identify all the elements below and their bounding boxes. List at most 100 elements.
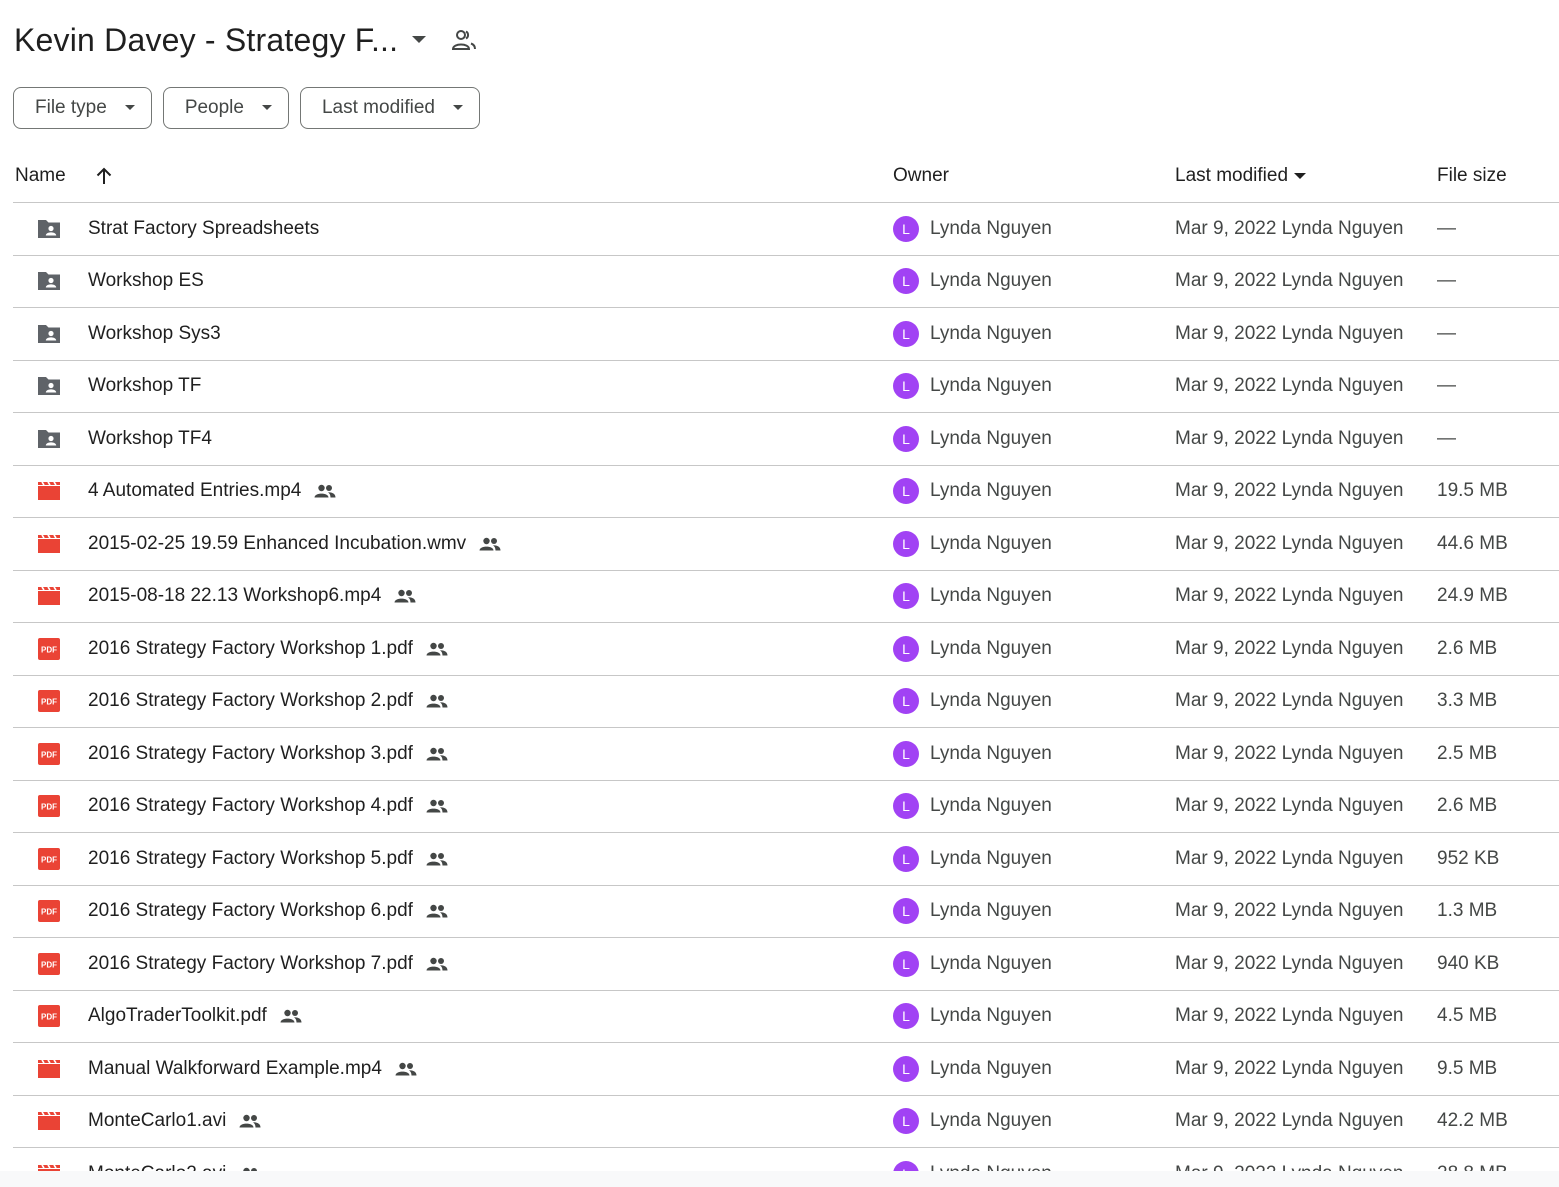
file-size-cell: 9.5 MB: [1437, 1057, 1498, 1079]
video-file-icon: [35, 1055, 63, 1083]
people-filter[interactable]: People: [162, 87, 289, 129]
arrow-drop-down-icon[interactable]: [408, 29, 430, 51]
table-row[interactable]: Workshop Sys3 L Lynda Nguyen Mar 9, 2022 Ly…: [13, 308, 1559, 361]
page-title[interactable]: Kevin Davey - Strategy F...: [14, 22, 398, 59]
file-name[interactable]: 2016 Strategy Factory Workshop 2.pdf: [88, 690, 413, 712]
people-outline-icon[interactable]: [450, 26, 478, 54]
owner-cell: L Lynda Nguyen: [893, 530, 1175, 557]
name-cell: Strat Factory Spreadsheets: [13, 215, 893, 243]
table-row[interactable]: Workshop TF L Lynda Nguyen Mar 9, 2022 Lynd…: [13, 361, 1559, 413]
file-name[interactable]: Workshop Sys3: [88, 323, 221, 345]
table-row[interactable]: Strat Factory Spreadsheets L Lynda Nguyen M…: [13, 203, 1559, 256]
file-size-column-header[interactable]: File size: [1437, 165, 1559, 187]
table-row[interactable]: Workshop ES L Lynda Nguyen Mar 9, 2022 Lynd…: [13, 256, 1559, 308]
file-name[interactable]: 2015-02-25 19.59 Enhanced Incubation.wmv: [88, 533, 466, 555]
last-modified-cell: Mar 9, 2022 Lynda Nguyen: [1175, 637, 1404, 659]
table-row[interactable]: PDF 2016 Strategy Factory Workshop 6.pdf L…: [13, 886, 1559, 938]
file-name[interactable]: Workshop TF: [88, 375, 201, 397]
arrow-drop-down-icon: [451, 101, 465, 115]
owner-cell: L Lynda Nguyen: [893, 583, 1175, 610]
table-row[interactable]: PDF 2016 Strategy Factory Workshop 7.pdf L…: [13, 938, 1559, 991]
last-modified-filter-label: Last modified: [321, 97, 435, 118]
last-modified-cell: Mar 9, 2022 Lynda Nguyen: [1175, 427, 1404, 449]
table-row[interactable]: 2015-02-25 19.59 Enhanced Incubation.wmv…: [13, 518, 1559, 571]
owner-name: Lynda Nguyen: [930, 952, 1052, 974]
name-cell: Workshop Sys3: [13, 320, 893, 348]
file-name[interactable]: Workshop ES: [88, 270, 204, 292]
table-row[interactable]: Manual Walkforward Example.mp4 L Lynda Ngu…: [13, 1043, 1559, 1096]
file-size-cell: 44.6 MB: [1437, 532, 1508, 554]
last-modified-cell: Mar 9, 2022 Lynda Nguyen: [1175, 480, 1404, 502]
table-row[interactable]: PDF 2016 Strategy Factory Workshop 2.pdf L…: [13, 676, 1559, 728]
shared-folder-icon: [35, 215, 63, 243]
file-size-cell: 19.5 MB: [1437, 480, 1508, 502]
file-size-cell: 2.5 MB: [1437, 742, 1498, 764]
file-name[interactable]: 2015-08-18 22.13 Workshop6.mp4: [88, 585, 381, 607]
avatar: L: [893, 1003, 919, 1030]
shared-people-icon: [425, 794, 449, 818]
owner-name: Lynda Nguyen: [930, 480, 1052, 502]
file-type-filter[interactable]: File type: [13, 87, 152, 129]
last-modified-filter[interactable]: Last modified: [299, 87, 480, 129]
file-name[interactable]: Manual Walkforward Example.mp4: [88, 1058, 382, 1080]
shared-people-icon: [425, 847, 449, 871]
file-rows: Strat Factory Spreadsheets L Lynda Nguyen M…: [13, 203, 1559, 1187]
file-name[interactable]: 2016 Strategy Factory Workshop 6.pdf: [88, 900, 413, 922]
owner-cell: L Lynda Nguyen: [893, 950, 1175, 977]
table-row[interactable]: PDF 2016 Strategy Factory Workshop 4.pdf L…: [13, 781, 1559, 833]
owner-cell: L Lynda Nguyen: [893, 1055, 1175, 1082]
owner-column-header[interactable]: Owner: [893, 165, 1175, 187]
table-row[interactable]: PDF 2016 Strategy Factory Workshop 1.pdf L…: [13, 623, 1559, 676]
filter-bar: File type People Last modified: [13, 87, 480, 129]
file-name[interactable]: MonteCarlo1.avi: [88, 1110, 226, 1132]
file-size-cell: —: [1437, 322, 1456, 344]
last-modified-cell: Mar 9, 2022 Lynda Nguyen: [1175, 1110, 1404, 1132]
file-type-filter-label: File type: [35, 97, 107, 118]
owner-cell: L Lynda Nguyen: [893, 793, 1175, 820]
last-modified-cell: Mar 9, 2022 Lynda Nguyen: [1175, 900, 1404, 922]
avatar: L: [893, 583, 919, 610]
name-cell: 4 Automated Entries.mp4: [13, 477, 893, 505]
file-name[interactable]: Workshop TF4: [88, 428, 212, 450]
name-column-header[interactable]: Name: [13, 165, 893, 187]
last-modified-column-header[interactable]: Last modified: [1175, 165, 1437, 187]
table-row[interactable]: MonteCarlo1.avi L Lynda Nguyen Mar 9, 2022 …: [13, 1096, 1559, 1148]
last-modified-cell: Mar 9, 2022 Lynda Nguyen: [1175, 847, 1404, 869]
file-name[interactable]: AlgoTraderToolkit.pdf: [88, 1005, 267, 1027]
file-name[interactable]: 2016 Strategy Factory Workshop 7.pdf: [88, 953, 413, 975]
owner-cell: L Lynda Nguyen: [893, 635, 1175, 662]
table-row[interactable]: 2015-08-18 22.13 Workshop6.mp4 L Lynda Ngu…: [13, 571, 1559, 623]
svg-text:PDF: PDF: [41, 645, 57, 654]
pdf-file-icon: PDF: [35, 792, 63, 820]
page-header: Kevin Davey - Strategy F...: [14, 18, 478, 62]
name-cell: PDF 2016 Strategy Factory Workshop 2.pdf: [13, 687, 893, 715]
table-row[interactable]: PDF 2016 Strategy Factory Workshop 5.pdf L…: [13, 833, 1559, 886]
svg-text:PDF: PDF: [41, 855, 57, 864]
file-size-cell: —: [1437, 270, 1456, 292]
table-row[interactable]: 4 Automated Entries.mp4 L Lynda Nguyen Mar …: [13, 466, 1559, 518]
video-file-icon: [35, 530, 63, 558]
file-name[interactable]: 2016 Strategy Factory Workshop 4.pdf: [88, 795, 413, 817]
avatar: L: [893, 215, 919, 242]
shared-people-icon: [478, 532, 502, 556]
file-name[interactable]: 2016 Strategy Factory Workshop 1.pdf: [88, 638, 413, 660]
avatar: L: [893, 320, 919, 347]
table-row[interactable]: PDF 2016 Strategy Factory Workshop 3.pdf L…: [13, 728, 1559, 781]
owner-name: Lynda Nguyen: [930, 1005, 1052, 1027]
shared-people-icon: [425, 899, 449, 923]
owner-name: Lynda Nguyen: [930, 742, 1052, 764]
svg-text:PDF: PDF: [41, 908, 57, 917]
avatar: L: [893, 1055, 919, 1082]
file-name[interactable]: 2016 Strategy Factory Workshop 3.pdf: [88, 743, 413, 765]
table-row[interactable]: PDF AlgoTraderToolkit.pdf L Lynda Nguyen Mar…: [13, 991, 1559, 1043]
shared-people-icon: [425, 742, 449, 766]
file-name[interactable]: 2016 Strategy Factory Workshop 5.pdf: [88, 848, 413, 870]
table-row[interactable]: Workshop TF4 L Lynda Nguyen Mar 9, 2022 Lyn…: [13, 413, 1559, 466]
file-name[interactable]: Strat Factory Spreadsheets: [88, 218, 319, 240]
file-name[interactable]: 4 Automated Entries.mp4: [88, 480, 301, 502]
file-size-cell: 1.3 MB: [1437, 900, 1498, 922]
last-modified-cell: Mar 9, 2022 Lynda Nguyen: [1175, 322, 1404, 344]
name-cell: Workshop TF4: [13, 425, 893, 453]
arrow-upward-icon[interactable]: [94, 166, 114, 186]
last-modified-cell: Mar 9, 2022 Lynda Nguyen: [1175, 270, 1404, 292]
